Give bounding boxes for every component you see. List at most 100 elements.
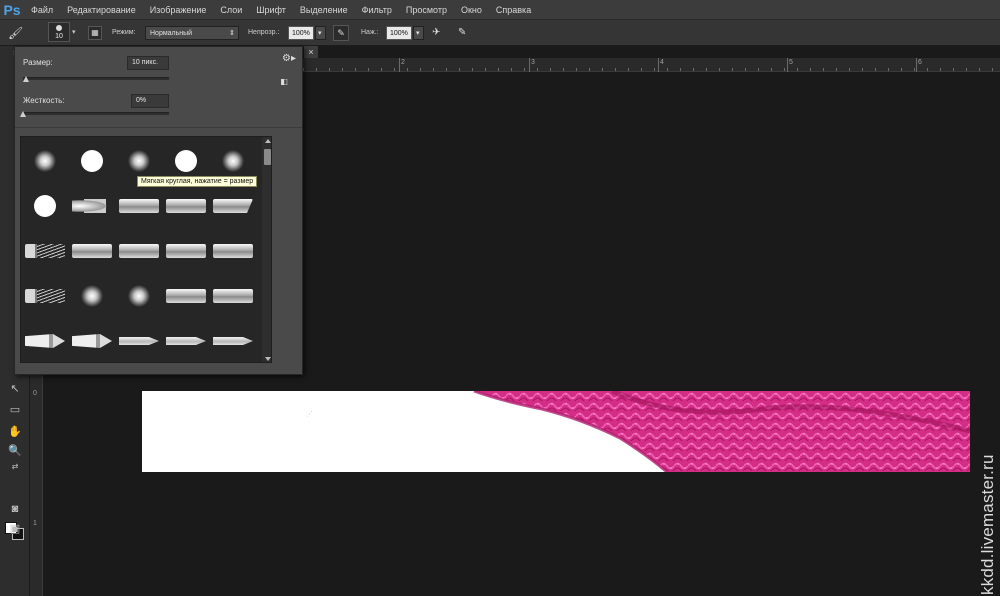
resize-grip-icon[interactable]: ⋰ (306, 411, 314, 419)
airbrush-pen-brush-icon (213, 337, 253, 345)
swap-colors-icon[interactable]: ⇄ (6, 459, 24, 475)
hard-round-brush-icon (34, 195, 56, 217)
brush-preset-picker[interactable]: 10 (48, 22, 70, 42)
brush-preset-flat-bristle[interactable] (69, 228, 116, 274)
brush-tool-icon[interactable]: 🖌 (8, 24, 32, 42)
flat-bristle-brush-icon (166, 199, 206, 213)
hardness-input[interactable]: 0% (131, 94, 169, 108)
ruler-tick (916, 58, 917, 72)
brush-size-preview: 10 (55, 33, 63, 40)
menu-item[interactable]: Справка (489, 0, 538, 20)
menu-item[interactable]: Слои (213, 0, 249, 20)
flat-bristle-brush-icon (166, 244, 206, 258)
scroll-down-icon[interactable] (265, 357, 271, 361)
angled-bristle-brush-icon (213, 199, 253, 213)
hardness-slider[interactable] (23, 112, 169, 115)
fan-bristle-brush-icon (25, 289, 65, 303)
brush-preset-airbrush-pen[interactable] (163, 318, 210, 362)
ruler-label: 0 (33, 390, 37, 397)
brush-preset-flat-bristle[interactable] (163, 183, 210, 229)
brush-preset-flat-bristle[interactable] (210, 228, 257, 274)
brush-preset-pencil-tip[interactable] (69, 318, 116, 362)
brush-preset-airbrush-pen[interactable] (116, 318, 163, 362)
rectangle-tool-icon[interactable]: ▭ (6, 402, 24, 418)
menu-item[interactable]: Шрифт (249, 0, 293, 20)
new-preset-icon[interactable]: ◧ (279, 77, 289, 87)
quick-mask-icon[interactable]: ◙ (6, 501, 24, 517)
brush-tooltip: Мягкая круглая, нажатие = размер (137, 176, 258, 187)
brush-preset-flat-bristle[interactable] (116, 183, 163, 229)
menu-item[interactable]: Окно (454, 0, 489, 20)
ruler-tick (787, 58, 788, 72)
hand-tool-icon[interactable]: ✋ (6, 424, 24, 440)
brush-panel-toggle-icon[interactable]: ▦ (88, 26, 102, 40)
menu-item[interactable]: Файл (24, 0, 60, 20)
pencil-tip-brush-icon (25, 334, 65, 348)
chevron-down-icon[interactable]: ▾ (72, 24, 80, 42)
menu-item[interactable]: Фильтр (355, 0, 399, 20)
round-bristle-brush-icon (72, 199, 112, 213)
airbrush-pen-brush-icon (166, 337, 206, 345)
flat-bristle-brush-icon (213, 289, 253, 303)
brush-preset-pencil-tip[interactable] (22, 318, 69, 362)
brush-preset-airbrush-pen[interactable] (210, 318, 257, 362)
opacity-label: Непрозр.: (248, 29, 280, 36)
canvas-document[interactable] (142, 391, 970, 472)
menu-items: Файл Редактирование Изображение Слои Шрифт Вы… (24, 0, 538, 20)
hardness-label: Жесткость: (23, 96, 65, 105)
pressure-size-icon[interactable]: ✎ (458, 24, 474, 42)
size-input[interactable]: 10 пикс. (127, 56, 169, 70)
menu-bar: Ps Файл Редактирование Изображение Слои Шриф… (0, 0, 1000, 20)
flow-dropdown-icon[interactable]: ▾ (413, 26, 424, 40)
options-bar: 🖌 10 ▾ ▦ Режим: Нормальный ⇕ Непрозр.: 1… (0, 20, 1000, 46)
soft-round-brush-icon (128, 150, 150, 172)
brush-preset-flat-bristle[interactable] (163, 228, 210, 274)
gear-icon[interactable]: ⚙▸ (281, 53, 297, 67)
soft-round-brush-icon (222, 150, 244, 172)
size-slider[interactable] (23, 77, 169, 80)
scrollbar[interactable] (262, 137, 271, 362)
hard-round-brush-icon (175, 150, 197, 172)
ruler-tick (399, 58, 400, 72)
brush-preset-fan-bristle[interactable] (22, 273, 69, 319)
size-slider-thumb[interactable] (22, 76, 29, 82)
mode-select[interactable]: Нормальный ⇕ (145, 26, 239, 40)
opacity-input[interactable]: 100% (288, 26, 314, 40)
hardness-slider-thumb[interactable] (20, 111, 26, 117)
ruler-label: 5 (789, 59, 793, 66)
ruler-tick (658, 58, 659, 72)
screen-mode-icon[interactable]: ▣ (6, 521, 24, 537)
brush-preset-soft-round[interactable] (69, 273, 116, 319)
fan-bristle-brush-icon (25, 244, 65, 258)
menu-item[interactable]: Выделение (293, 0, 355, 20)
opacity-dropdown-icon[interactable]: ▾ (315, 26, 326, 40)
menu-item[interactable]: Редактирование (60, 0, 143, 20)
ruler-tick (529, 58, 530, 72)
brush-preset-soft-round[interactable] (116, 273, 163, 319)
flat-bristle-brush-icon (72, 244, 112, 258)
brush-preset-fan-bristle[interactable] (22, 228, 69, 274)
brush-preset-angled-bristle[interactable] (210, 183, 257, 229)
ruler-label: 4 (660, 59, 664, 66)
brush-preset-soft-round[interactable] (22, 138, 69, 184)
ruler-label: 1 (33, 520, 37, 527)
pressure-opacity-icon[interactable]: ✎ (333, 25, 349, 41)
brush-preset-hard-round[interactable] (69, 138, 116, 184)
brush-preset-flat-bristle[interactable] (116, 228, 163, 274)
scroll-up-icon[interactable] (265, 139, 271, 143)
flow-input[interactable]: 100% (386, 26, 412, 40)
menu-item[interactable]: Изображение (143, 0, 214, 20)
menu-item[interactable]: Просмотр (399, 0, 454, 20)
scrollbar-thumb[interactable] (264, 149, 271, 165)
ruler-label: 2 (401, 59, 405, 66)
brush-dot-icon (56, 25, 62, 31)
brush-preset-flat-bristle[interactable] (163, 273, 210, 319)
brush-preset-flat-bristle[interactable] (210, 273, 257, 319)
airbrush-icon[interactable]: ✈ (432, 24, 446, 42)
path-select-icon[interactable]: ↖ (6, 381, 24, 397)
zoom-tool-icon[interactable]: 🔍 (6, 443, 24, 459)
brush-preset-round-bristle[interactable] (69, 183, 116, 229)
flat-bristle-brush-icon (119, 199, 159, 213)
brush-preset-hard-round[interactable] (22, 183, 69, 229)
close-icon[interactable]: × (304, 46, 318, 58)
